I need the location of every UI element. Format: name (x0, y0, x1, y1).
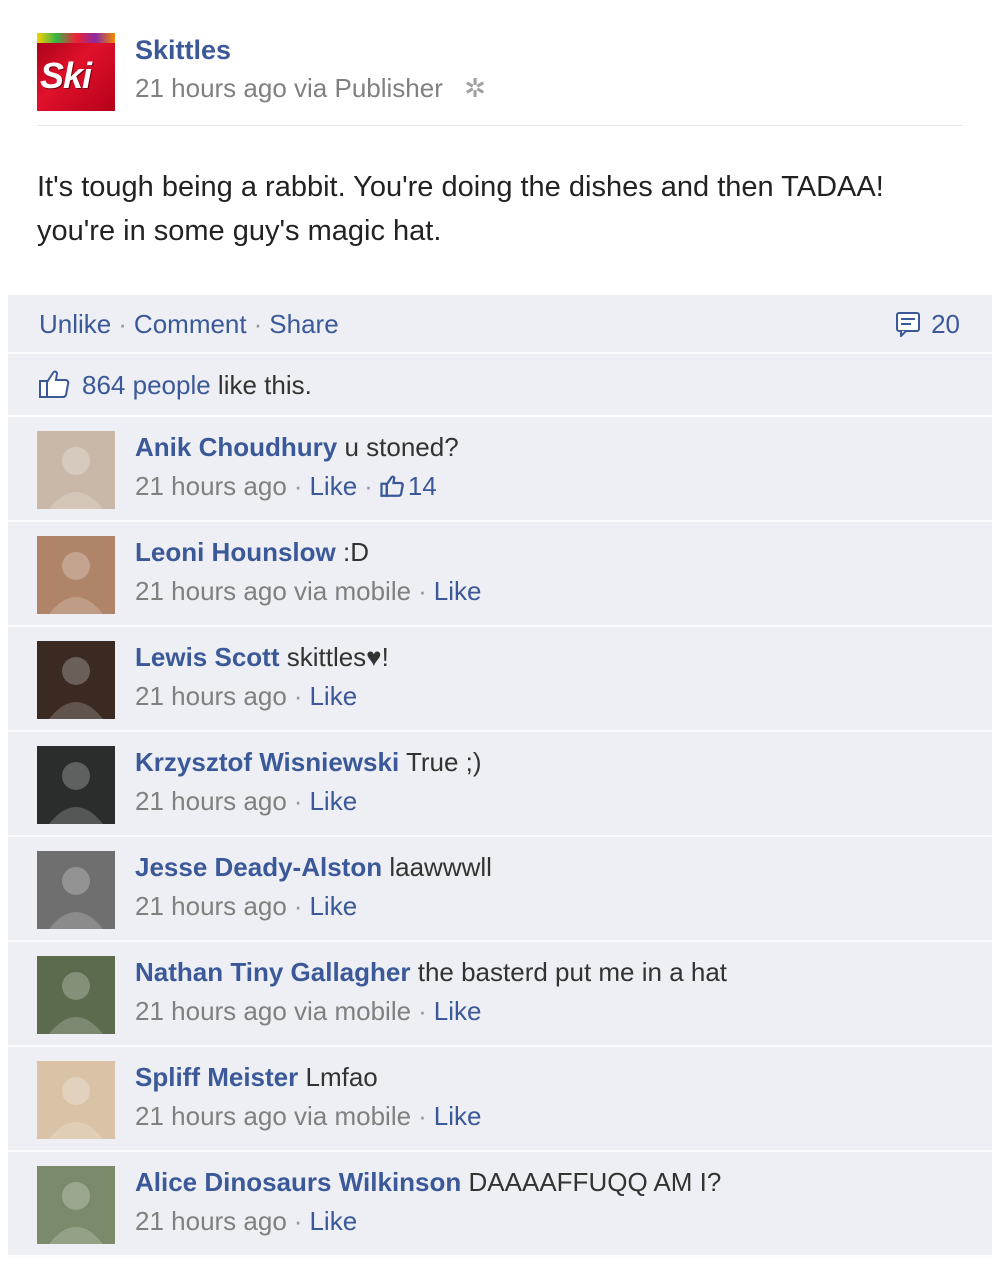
page-name-link[interactable]: Skittles (135, 35, 231, 66)
comment-time[interactable]: 21 hours ago (135, 471, 287, 501)
avatar-silhouette (49, 867, 103, 929)
commenter-avatar[interactable] (37, 746, 115, 824)
comment-text: :D (343, 537, 369, 567)
comment-like-link[interactable]: Like (309, 681, 357, 711)
comment-item: Jesse Deady-Alston laawwwll 21 hours ago ·… (8, 837, 992, 942)
likes-suffix: like this. (210, 370, 312, 400)
commenter-avatar[interactable] (37, 431, 115, 509)
comment-like-link[interactable]: Like (309, 786, 357, 816)
logo-text: Ski (40, 55, 92, 96)
post-time[interactable]: 21 hours ago (135, 73, 287, 103)
gear-icon[interactable]: ✲ (464, 73, 486, 104)
commenter-name-link[interactable]: Leoni Hounslow (135, 537, 336, 567)
comment-time[interactable]: 21 hours ago via mobile (135, 1101, 411, 1131)
comment-like-link[interactable]: Like (434, 996, 482, 1026)
comment-count: 20 (931, 309, 960, 339)
feedback-panel: Unlike · Comment · Share 20 864 people like … (8, 295, 992, 1257)
separator: · (293, 471, 303, 501)
commenter-name-link[interactable]: Anik Choudhury (135, 432, 337, 462)
avatar-silhouette (49, 1077, 103, 1139)
comment-time[interactable]: 21 hours ago (135, 681, 287, 711)
share-link[interactable]: Share (269, 309, 338, 339)
post-via: via Publisher (294, 73, 443, 103)
comment-item: Alice Dinosaurs Wilkinson DAAAAFFUQQ AM … (8, 1152, 992, 1257)
comment-text: Lmfao (305, 1062, 378, 1092)
comment-item: Spliff Meister Lmfao 21 hours ago via mob… (8, 1047, 992, 1152)
commenter-avatar[interactable] (37, 1166, 115, 1244)
separator: · (293, 1206, 303, 1236)
comment-item: Leoni Hounslow :D 21 hours ago via mobile… (8, 522, 992, 627)
avatar-silhouette (49, 1182, 103, 1244)
comment-link[interactable]: Comment (134, 309, 247, 339)
action-bar: Unlike · Comment · Share 20 (8, 295, 992, 354)
commenter-name-link[interactable]: Krzysztof Wisniewski (135, 747, 399, 777)
commenter-avatar[interactable] (37, 956, 115, 1034)
comment-like-link[interactable]: Like (309, 891, 357, 921)
comment-text: True ;) (405, 747, 482, 777)
commenter-name-link[interactable]: Nathan Tiny Gallagher (135, 957, 410, 987)
comment-list: Anik Choudhury u stoned? 21 hours ago · Lik… (8, 417, 992, 1257)
comment-text: DAAAAFFUQQ AM I? (468, 1167, 722, 1197)
logo-stripe (37, 33, 115, 43)
avatar-silhouette (49, 447, 103, 509)
page-avatar[interactable]: Ski (37, 33, 115, 111)
comment-like-link[interactable]: Like (434, 1101, 482, 1131)
likes-count-link[interactable]: 864 people (82, 370, 211, 400)
thumbs-up-icon (380, 475, 404, 497)
commenter-avatar[interactable] (37, 851, 115, 929)
separator: · (293, 891, 303, 921)
avatar-silhouette (49, 762, 103, 824)
comment-text: the basterd put me in a hat (417, 957, 728, 987)
comment-time[interactable]: 21 hours ago via mobile (135, 996, 411, 1026)
comment-like-link[interactable]: Like (309, 1206, 357, 1236)
commenter-avatar[interactable] (37, 1061, 115, 1139)
comment-like-count: 14 (407, 471, 437, 501)
avatar-silhouette (49, 552, 103, 614)
comment-item: Lewis Scott skittles♥! 21 hours ago · Like (8, 627, 992, 732)
commenter-avatar[interactable] (37, 641, 115, 719)
commenter-name-link[interactable]: Lewis Scott (135, 642, 279, 672)
commenter-name-link[interactable]: Spliff Meister (135, 1062, 298, 1092)
separator: · (253, 309, 263, 339)
comment-time[interactable]: 21 hours ago (135, 1206, 287, 1236)
commenter-name-link[interactable]: Alice Dinosaurs Wilkinson (135, 1167, 461, 1197)
comment-item: Nathan Tiny Gallagher the basterd put me… (8, 942, 992, 1047)
comment-count-icon (896, 312, 921, 337)
comment-text: laawwwll (389, 852, 492, 882)
comment-text: skittles♥! (286, 642, 389, 672)
comment-count-link[interactable]: 20 (895, 309, 960, 340)
comment-text: u stoned? (344, 432, 459, 462)
comment-likes-link[interactable]: 14 (380, 471, 437, 501)
separator: · (418, 1101, 427, 1131)
comment-item: Krzysztof Wisniewski True ;) 21 hours ago… (8, 732, 992, 837)
comment-time[interactable]: 21 hours ago (135, 786, 287, 816)
commenter-name-link[interactable]: Jesse Deady-Alston (135, 852, 382, 882)
likes-row: 864 people like this. (8, 354, 992, 417)
separator: · (418, 576, 427, 606)
comment-like-link[interactable]: Like (309, 471, 357, 501)
comment-like-link[interactable]: Like (434, 576, 482, 606)
separator: · (293, 786, 303, 816)
comment-time[interactable]: 21 hours ago via mobile (135, 576, 411, 606)
separator: · (118, 309, 127, 339)
unlike-link[interactable]: Unlike (39, 309, 111, 339)
separator: · (293, 681, 303, 711)
commenter-avatar[interactable] (37, 536, 115, 614)
avatar-silhouette (49, 972, 103, 1034)
comment-time[interactable]: 21 hours ago (135, 891, 287, 921)
post-message: It's tough being a rabbit. You're doing … (37, 171, 884, 247)
comment-item: Anik Choudhury u stoned? 21 hours ago · Lik… (8, 417, 992, 522)
thumbs-up-icon (39, 370, 70, 398)
post-meta: 21 hours ago via Publisher ✲ (135, 73, 486, 104)
post-header: Ski Skittles 21 hours ago via Publisher … (37, 33, 963, 126)
separator: · (364, 471, 373, 501)
separator: · (418, 996, 427, 1026)
avatar-silhouette (49, 657, 103, 719)
